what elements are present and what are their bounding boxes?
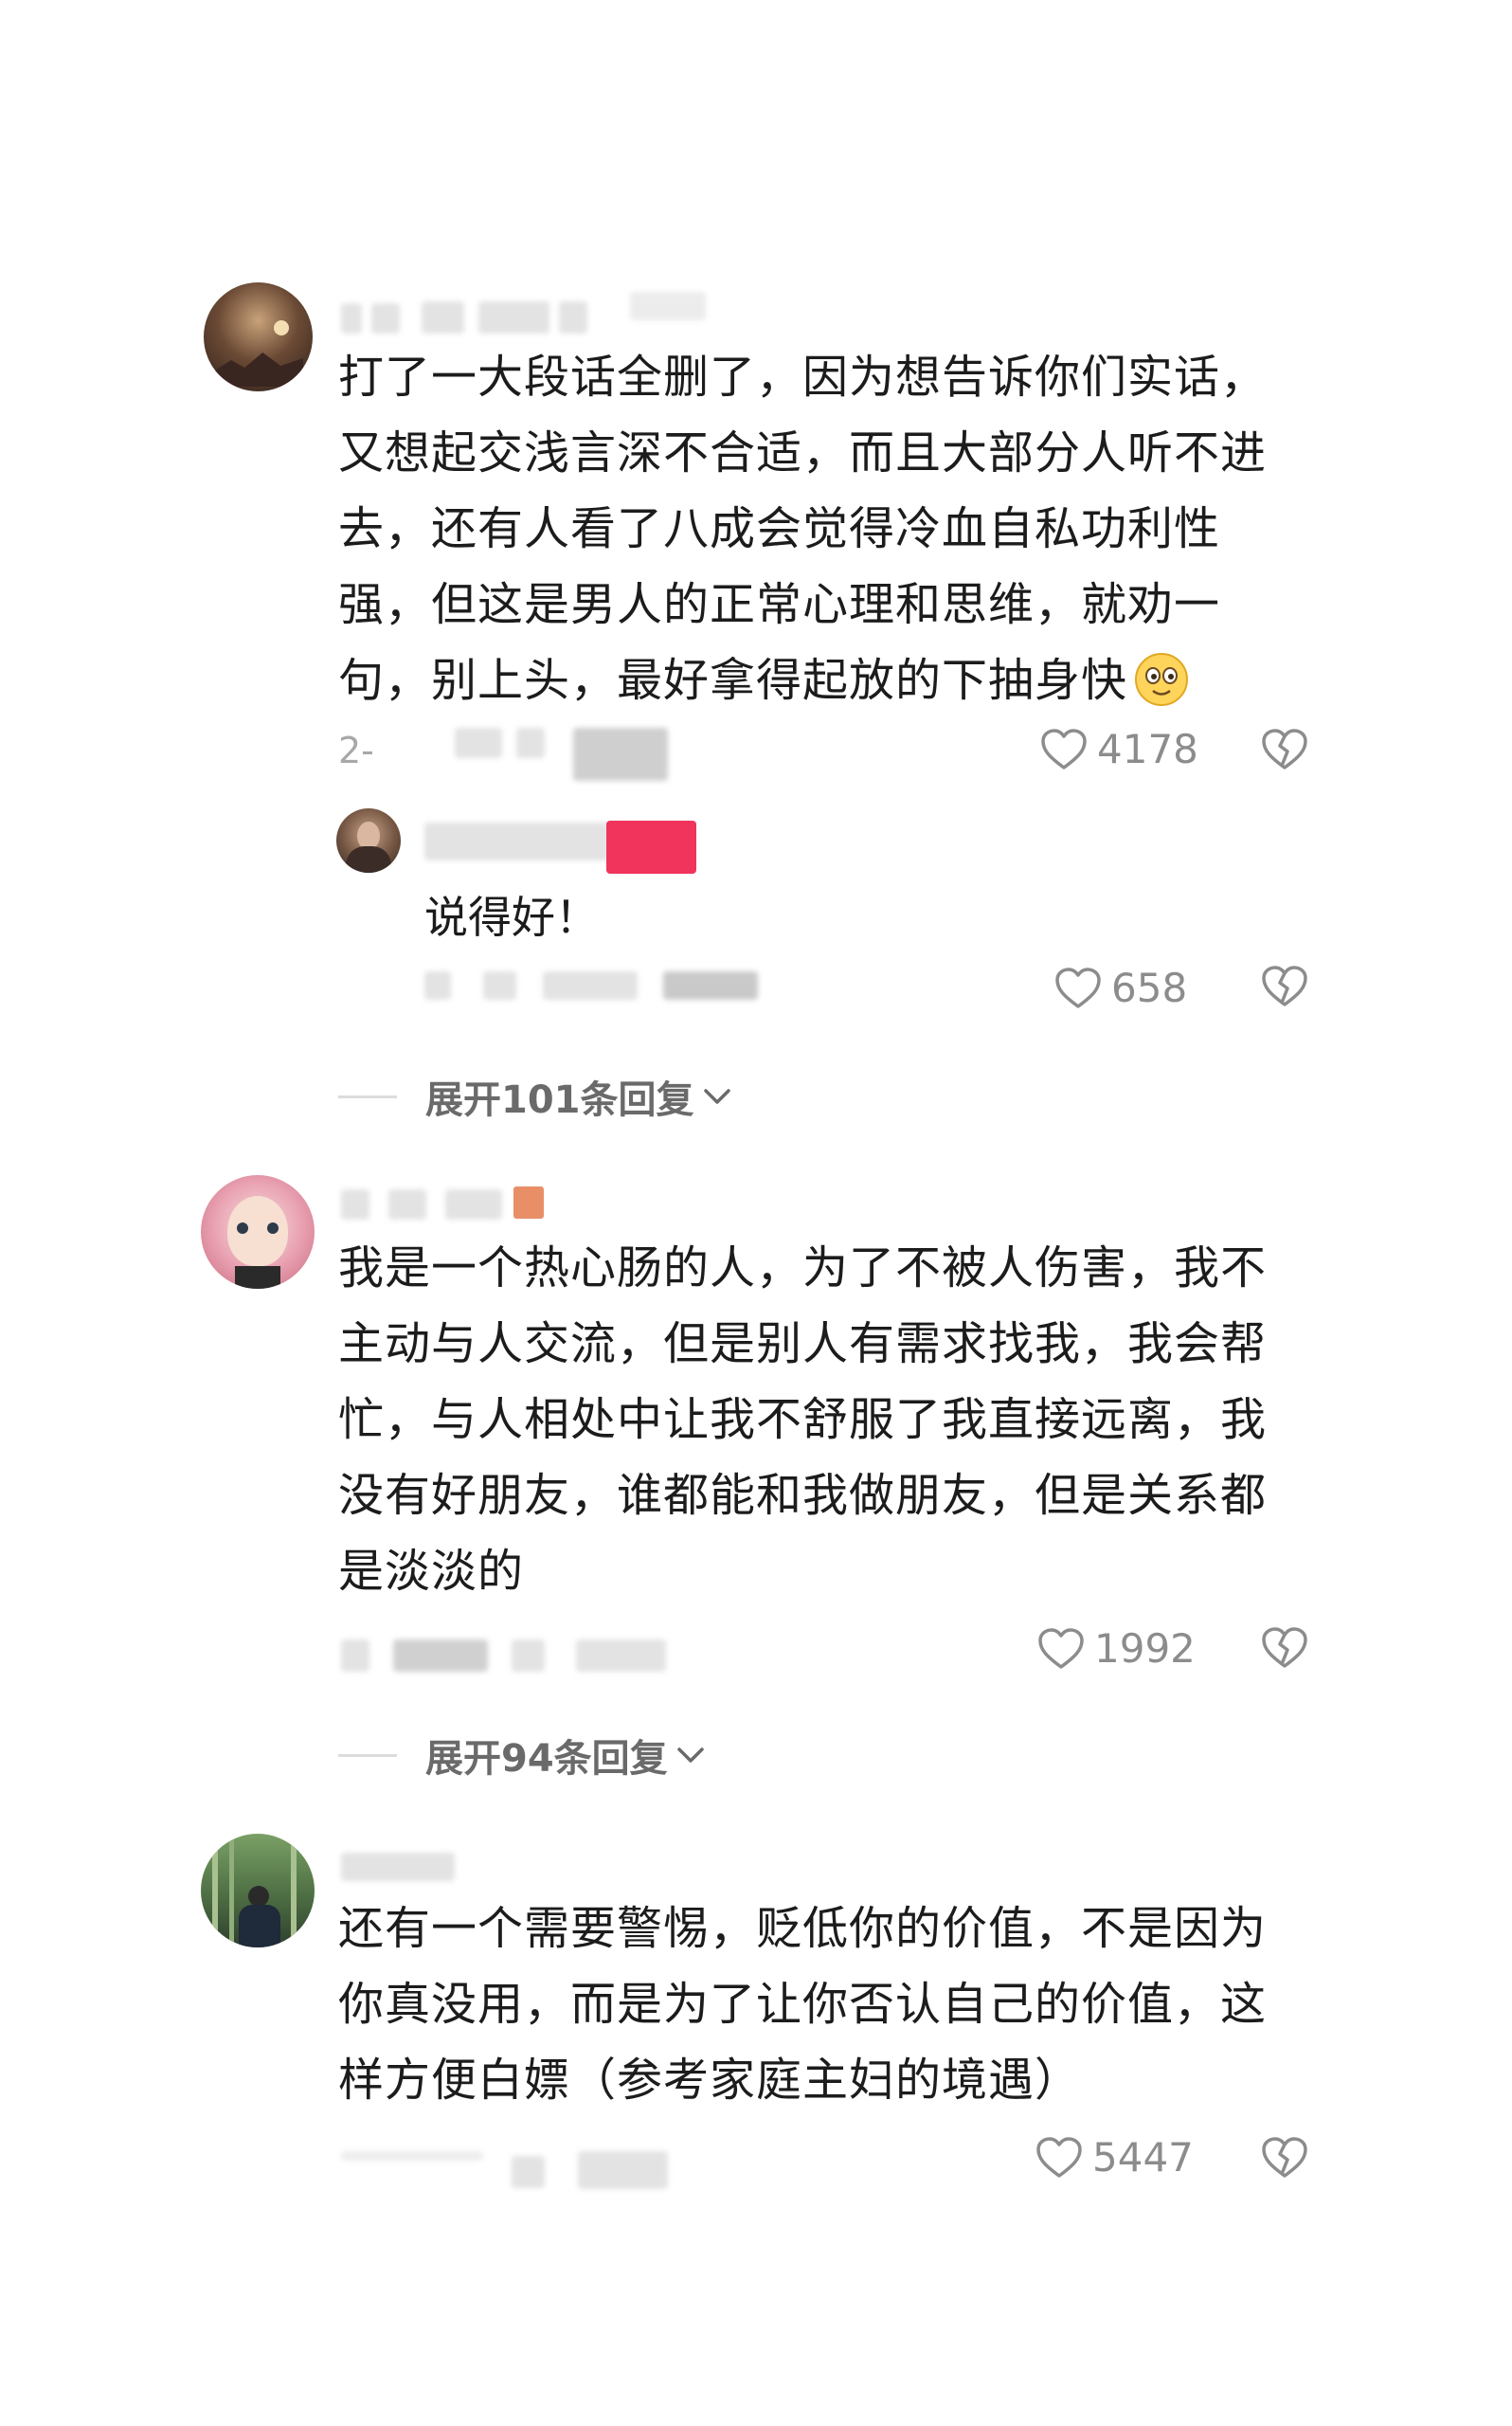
- smiling-face-emoji-icon: [1134, 652, 1189, 707]
- like-count: 4178: [1097, 726, 1198, 772]
- reply-text: 说得好！: [424, 892, 599, 943]
- heart-outline-icon: [1036, 2136, 1082, 2178]
- chevron-down-icon: [703, 1089, 730, 1104]
- username[interactable]: [371, 303, 400, 334]
- comment-meta: [341, 1639, 369, 1672]
- divider-line: [338, 1753, 397, 1757]
- avatar[interactable]: [336, 808, 401, 873]
- comment-meta: [455, 728, 502, 758]
- username[interactable]: [422, 301, 464, 334]
- like-count: 658: [1111, 965, 1188, 1011]
- dislike-button[interactable]: [1260, 965, 1309, 1012]
- comment-meta: [341, 2151, 483, 2161]
- like-count: 5447: [1092, 2134, 1194, 2181]
- comment-text: 还有一个需要警惕，贬低你的价值，不是因为 你真没用，而是为了让你否认自己的价值，…: [338, 1902, 1268, 2107]
- expand-replies-button[interactable]: 展开101条回复: [338, 1069, 734, 1124]
- author-badge: [606, 821, 696, 874]
- username[interactable]: [478, 301, 549, 334]
- comment-meta: [573, 728, 668, 781]
- comment-date: 2-: [338, 730, 374, 771]
- username[interactable]: [341, 1853, 455, 1881]
- dislike-button[interactable]: [1260, 2136, 1309, 2183]
- like-button[interactable]: 1992: [1037, 1625, 1196, 1672]
- comment-meta: [663, 971, 758, 1000]
- broken-heart-icon: [1262, 966, 1307, 1006]
- avatar[interactable]: [204, 282, 313, 391]
- comment-meta: [512, 2156, 545, 2188]
- like-button[interactable]: 658: [1054, 965, 1187, 1011]
- username[interactable]: [559, 301, 587, 334]
- username[interactable]: [388, 1189, 426, 1220]
- like-button[interactable]: 4178: [1040, 726, 1198, 772]
- comment-meta: [516, 728, 545, 758]
- dislike-button[interactable]: [1260, 728, 1309, 775]
- avatar[interactable]: [201, 1175, 315, 1289]
- username[interactable]: [341, 303, 362, 334]
- like-button[interactable]: 5447: [1035, 2134, 1194, 2181]
- like-count: 1992: [1094, 1625, 1196, 1672]
- divider-line: [338, 1095, 397, 1098]
- broken-heart-icon: [1262, 1627, 1307, 1668]
- comment-text: 我是一个热心肠的人，为了不被人伤害，我不 主动与人交流，但是别人有需求找我，我会…: [338, 1241, 1268, 1598]
- heart-outline-icon: [1038, 1627, 1084, 1669]
- username-badge: [513, 1186, 544, 1219]
- comment-meta: [483, 971, 516, 1000]
- heart-outline-icon: [1055, 967, 1101, 1008]
- comment-meta: [543, 971, 638, 1000]
- username[interactable]: [630, 292, 706, 320]
- comment-meta: [393, 1639, 488, 1672]
- expand-replies-button[interactable]: 展开94条回复: [338, 1728, 708, 1783]
- dislike-button[interactable]: [1260, 1626, 1309, 1674]
- chevron-down-icon: [676, 1747, 704, 1763]
- username[interactable]: [341, 1189, 369, 1220]
- comment-meta: [512, 1639, 545, 1672]
- comment-meta: [424, 971, 451, 1000]
- username[interactable]: [445, 1189, 502, 1220]
- expand-replies-label: 展开101条回复: [425, 1078, 694, 1122]
- heart-outline-icon: [1041, 728, 1087, 769]
- comment-meta: [578, 2151, 668, 2189]
- avatar[interactable]: [201, 1834, 315, 1947]
- comment-meta: [576, 1639, 666, 1672]
- username[interactable]: [424, 823, 609, 860]
- expand-replies-label: 展开94条回复: [425, 1737, 668, 1781]
- broken-heart-icon: [1262, 729, 1307, 769]
- broken-heart-icon: [1262, 2137, 1307, 2178]
